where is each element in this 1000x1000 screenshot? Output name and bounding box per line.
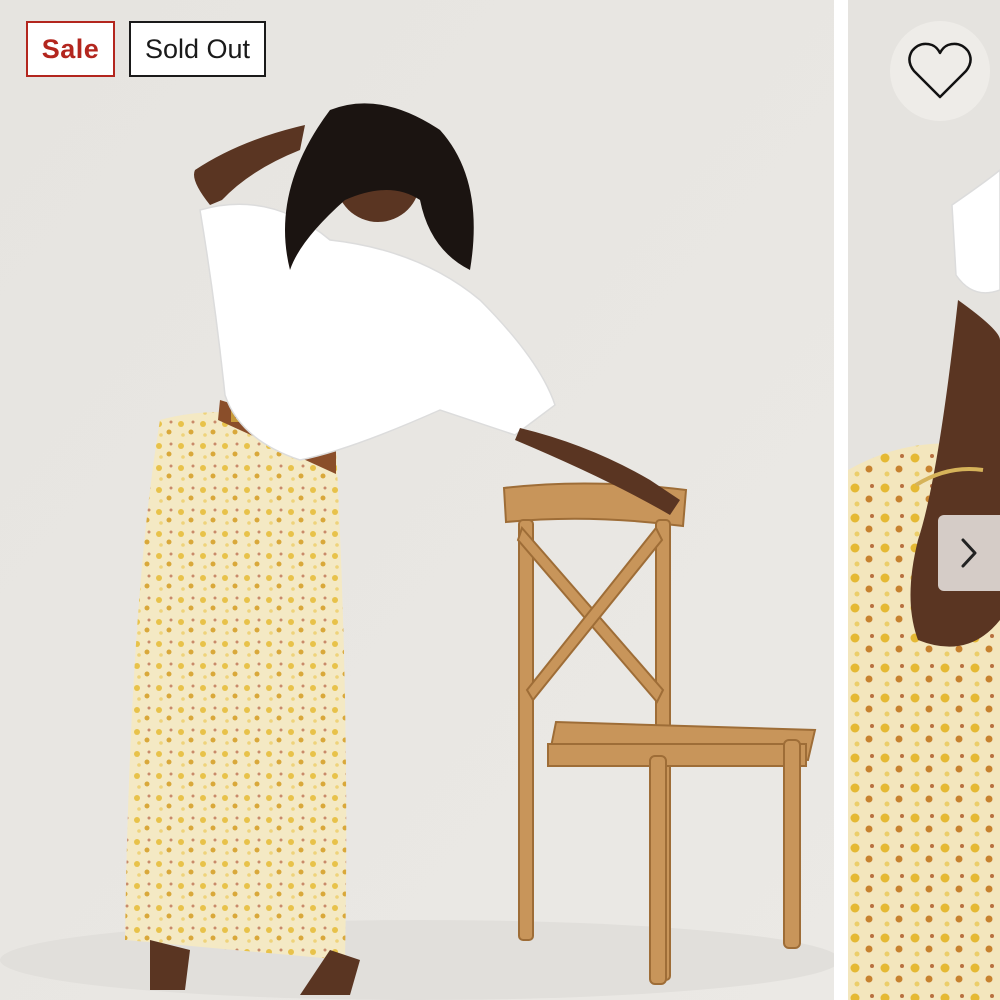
model-photo-detail: [848, 0, 1000, 1000]
product-image-main[interactable]: [0, 0, 834, 1000]
product-image-carousel[interactable]: Sale Sold Out: [0, 0, 1000, 1000]
chevron-right-icon: [961, 538, 977, 568]
wishlist-button[interactable]: [890, 21, 990, 121]
sale-badge: Sale: [26, 21, 115, 77]
product-badges: Sale Sold Out: [26, 21, 266, 77]
model-photo: [0, 0, 834, 1000]
product-image-next[interactable]: [848, 0, 1000, 1000]
sold-out-badge: Sold Out: [129, 21, 266, 77]
heart-icon: [908, 42, 972, 99]
next-image-button[interactable]: [938, 515, 1000, 591]
